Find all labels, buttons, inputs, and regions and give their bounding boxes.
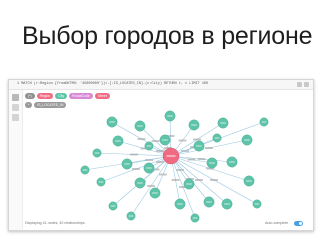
autocomplete-label: Auto-complete — [265, 221, 289, 225]
city-node-caption — [82, 169, 88, 171]
city-node-caption — [177, 203, 183, 205]
city-node-caption — [146, 145, 152, 147]
legend-label-pill[interactable]: Street — [94, 92, 110, 99]
relationship-caption — [187, 158, 196, 161]
relationship-caption — [147, 185, 155, 187]
city-node-caption — [94, 152, 100, 154]
legend-relationship-pill[interactable]: IS_LOCATED_IN — [34, 101, 67, 108]
close-icon[interactable] — [304, 82, 309, 87]
city-node-caption — [191, 124, 197, 126]
city-node-caption — [167, 115, 173, 117]
city-node-caption — [196, 145, 202, 147]
relationship-caption — [137, 138, 146, 140]
database-icon[interactable] — [12, 94, 19, 101]
star-icon[interactable] — [12, 104, 19, 111]
city-node-caption — [124, 163, 130, 165]
query-input[interactable]: 1 MATCH (r:Region {fromOKTMO: '45000000'… — [17, 81, 295, 87]
relationship-caption — [210, 179, 218, 181]
city-node-caption — [244, 139, 250, 141]
relationship-caption — [156, 150, 164, 152]
city-node-caption — [220, 122, 226, 124]
autocomplete-toggle[interactable] — [294, 221, 303, 226]
city-node-caption — [186, 183, 192, 185]
city-node-caption — [162, 139, 168, 141]
city-node-caption — [206, 201, 212, 203]
city-node-caption — [146, 167, 152, 169]
info-icon[interactable] — [12, 114, 19, 121]
legend-relationships: * IS_LOCATED_IN — [25, 101, 67, 108]
city-node-caption — [209, 162, 215, 164]
city-node-caption — [246, 180, 252, 182]
relationship-caption — [193, 138, 201, 141]
relationship-caption — [171, 179, 180, 181]
city-node-caption — [214, 137, 220, 139]
sidebar — [9, 90, 23, 230]
relationship-caption — [159, 173, 167, 176]
relationship-caption — [151, 140, 160, 142]
legend-label-pill[interactable]: City — [55, 92, 68, 99]
relationship-caption — [178, 139, 187, 142]
city-node-caption — [98, 181, 104, 183]
query-bar[interactable]: 1 MATCH (r:Region {fromOKTMO: '45000000'… — [9, 80, 313, 90]
city-node-caption — [229, 161, 235, 163]
city-node-caption — [261, 121, 267, 123]
region-node-caption — [166, 155, 176, 157]
relationship-caption — [130, 153, 138, 156]
graph-nodes — [80, 110, 269, 223]
relationship-caption — [195, 179, 203, 181]
star-icon[interactable] — [297, 82, 302, 87]
legend-label-pill[interactable]: (*) — [25, 92, 35, 99]
relationship-caption — [197, 158, 206, 160]
legend-label-pill[interactable]: Region — [36, 92, 54, 99]
city-node-caption — [115, 140, 121, 142]
relationship-caption — [132, 168, 140, 170]
city-node-caption — [224, 203, 230, 205]
city-node-caption — [254, 203, 260, 205]
city-node-caption — [110, 205, 116, 207]
legend-relationship-pill[interactable]: * — [25, 101, 33, 108]
city-node-caption — [152, 192, 158, 194]
city-node-caption — [109, 121, 115, 123]
legend-labels: (*) Region City PostalCode Street — [25, 92, 110, 99]
city-node-caption — [137, 182, 143, 184]
relationship-caption — [205, 147, 213, 149]
legend-label-pill[interactable]: PostalCode — [69, 92, 93, 99]
city-node-caption — [137, 125, 143, 127]
graph-window: 1 MATCH (r:Region {fromOKTMO: '45000000'… — [8, 79, 314, 231]
city-node-caption — [192, 217, 198, 219]
status-text: Displaying 41 nodes, 40 relationships. — [25, 221, 86, 225]
slide-title: Выбор городов в регионе — [22, 22, 313, 50]
city-node-caption — [128, 215, 134, 217]
